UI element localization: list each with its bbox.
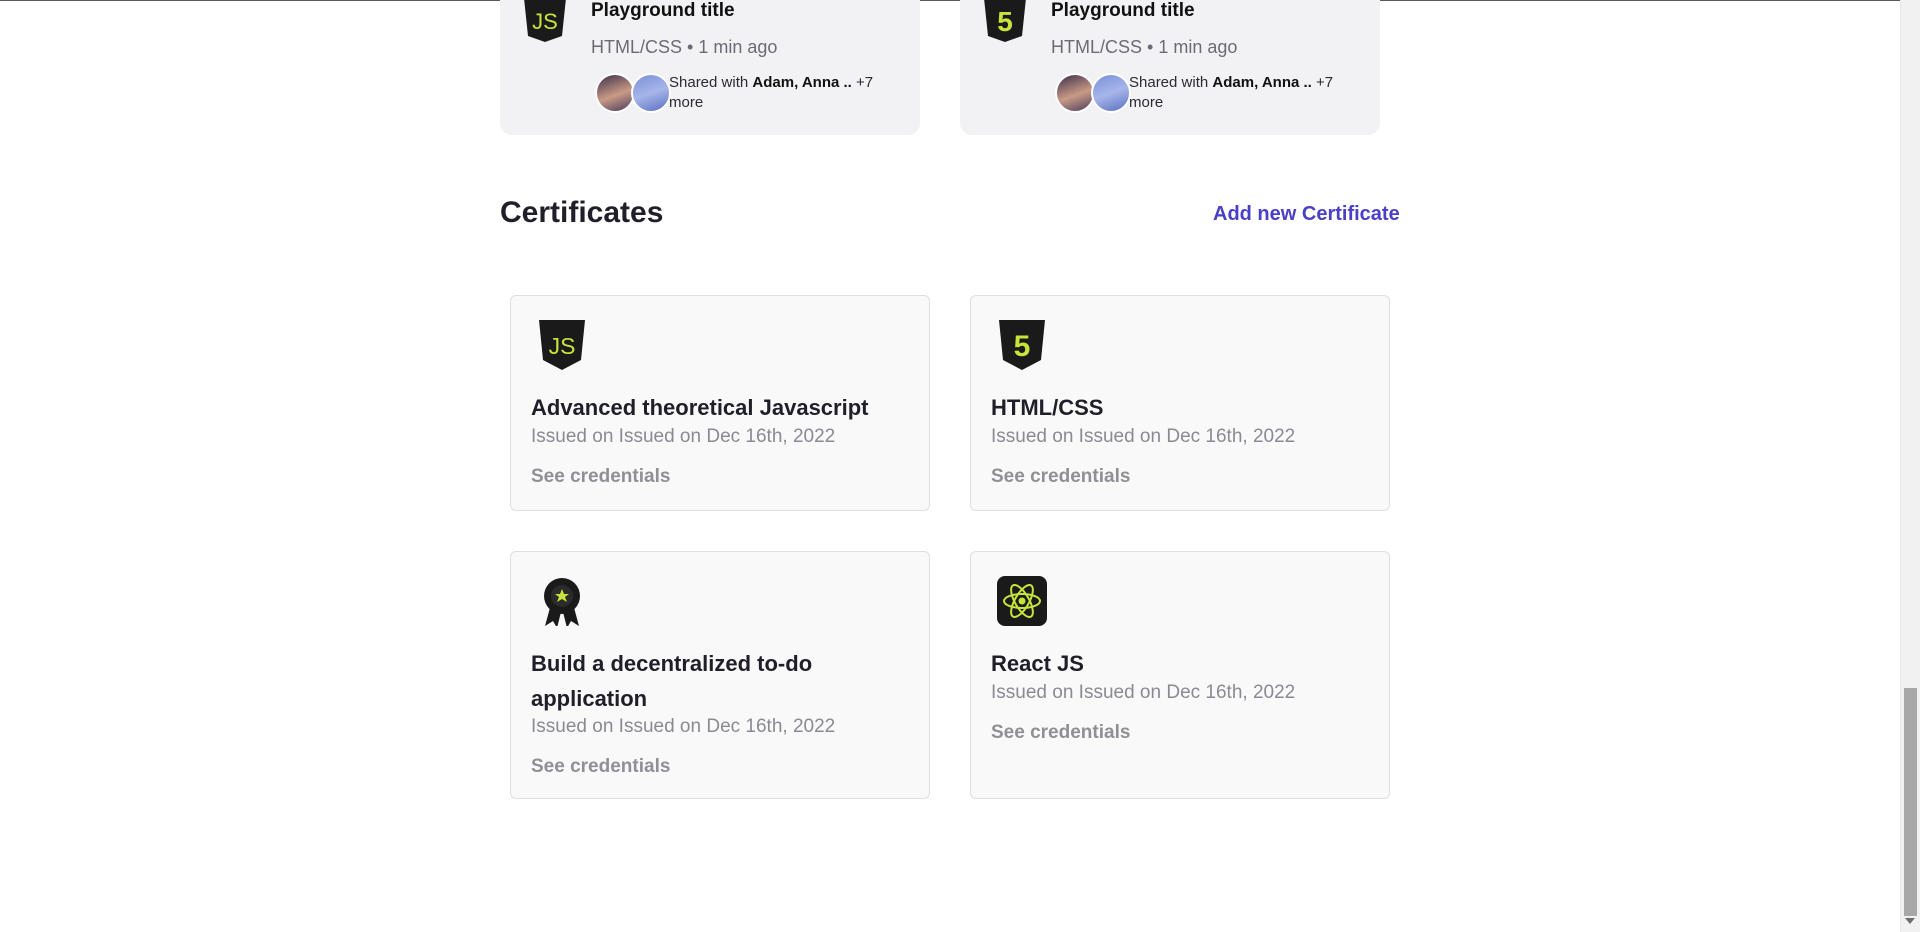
- html5-shield-icon: 5: [984, 0, 1026, 42]
- add-new-certificate-link[interactable]: Add new Certificate: [1213, 203, 1400, 226]
- html5-shield-icon: 5: [999, 320, 1045, 370]
- top-border: [0, 0, 1900, 1]
- avatar: [595, 73, 635, 113]
- playground-meta: HTML/CSS • 1 min ago: [1051, 37, 1238, 57]
- react-icon: [997, 576, 1047, 626]
- shared-with-text: Shared with Adam, Anna .. +7 more: [669, 74, 874, 111]
- svg-text:5: 5: [1014, 330, 1031, 363]
- avatar: [1055, 73, 1095, 113]
- certificate-title: Build a decentralized to-do application: [531, 651, 813, 711]
- playground-card[interactable]: JS Playground title HTML/CSS • 1 min ago…: [500, 0, 920, 135]
- certificate-card[interactable]: JS Advanced theoretical Javascript Issue…: [510, 295, 930, 511]
- certificate-issued-date: Issued on Issued on Dec 16th, 2022: [991, 426, 1296, 447]
- certificates-heading: Certificates: [500, 196, 664, 229]
- certificate-title: React JS: [991, 651, 1084, 676]
- certificate-issued-date: Issued on Issued on Dec 16th, 2022: [991, 682, 1296, 703]
- playground-title: Playground title: [591, 0, 735, 21]
- avatar: [631, 73, 671, 113]
- see-credentials-link[interactable]: See credentials: [991, 722, 1130, 744]
- avatar: [1091, 73, 1131, 113]
- award-ribbon-icon: [544, 578, 580, 626]
- scroll-down-arrow-icon[interactable]: [1905, 918, 1915, 924]
- certificate-card[interactable]: React JS Issued on Issued on Dec 16th, 2…: [970, 551, 1390, 799]
- scrollbar-thumb[interactable]: [1904, 688, 1917, 916]
- svg-text:JS: JS: [532, 9, 558, 34]
- certificate-issued-date: Issued on Issued on Dec 16th, 2022: [531, 716, 836, 737]
- certificate-title: HTML/CSS: [991, 395, 1104, 420]
- playground-meta: HTML/CSS • 1 min ago: [591, 37, 778, 57]
- certificate-title: Advanced theoretical Javascript: [531, 395, 869, 420]
- see-credentials-link[interactable]: See credentials: [531, 756, 670, 778]
- shared-avatars: [1055, 73, 1135, 113]
- shared-with-text: Shared with Adam, Anna .. +7 more: [1129, 74, 1334, 111]
- playground-card[interactable]: 5 Playground title HTML/CSS • 1 min ago …: [960, 0, 1380, 135]
- svg-text:5: 5: [997, 6, 1013, 37]
- shared-avatars: [595, 73, 675, 113]
- playground-title: Playground title: [1051, 0, 1195, 21]
- js-shield-icon: JS: [539, 320, 585, 370]
- certificate-card[interactable]: Build a decentralized to-do application …: [510, 551, 930, 799]
- see-credentials-link[interactable]: See credentials: [991, 466, 1130, 488]
- see-credentials-link[interactable]: See credentials: [531, 466, 670, 488]
- certificate-card[interactable]: 5 HTML/CSS Issued on Issued on Dec 16th,…: [970, 295, 1390, 511]
- js-shield-icon: JS: [524, 0, 566, 42]
- certificate-issued-date: Issued on Issued on Dec 16th, 2022: [531, 426, 836, 447]
- svg-text:JS: JS: [549, 333, 576, 359]
